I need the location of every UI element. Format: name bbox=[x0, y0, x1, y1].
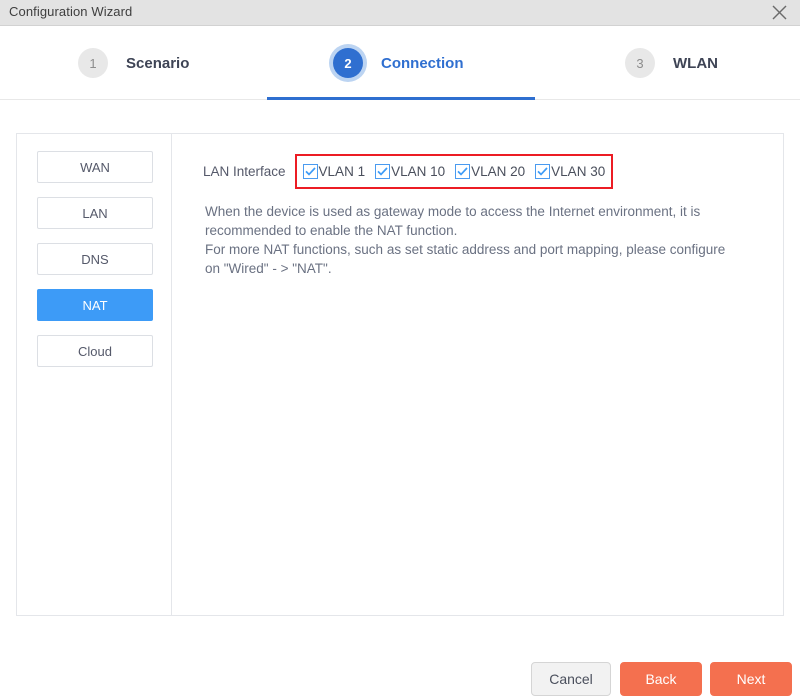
step-label: Connection bbox=[381, 54, 464, 72]
sidebar-item-dns[interactable]: DNS bbox=[37, 243, 153, 275]
vlan-selection-highlight: VLAN 1 VLAN 10 VLAN 20 VLAN 30 bbox=[294, 154, 614, 189]
sidebar-item-nat[interactable]: NAT bbox=[37, 289, 153, 321]
vlan-checkbox-vlan-10[interactable]: VLAN 10 bbox=[375, 164, 445, 179]
back-button[interactable]: Back bbox=[620, 662, 702, 696]
vlan-checkbox-vlan-1[interactable]: VLAN 1 bbox=[302, 164, 366, 179]
wizard-content-panel: WAN LAN DNS NAT Cloud LAN Interface VLAN… bbox=[16, 133, 784, 616]
step-scenario[interactable]: 1 Scenario bbox=[78, 48, 189, 78]
lan-interface-row: LAN Interface VLAN 1 VLAN 10 VLAN 20 VLA… bbox=[203, 154, 614, 189]
sidebar-item-label: DNS bbox=[81, 251, 109, 267]
vlan-label: VLAN 10 bbox=[391, 164, 446, 179]
description-line-1: When the device is used as gateway mode … bbox=[205, 204, 701, 219]
step-label: Scenario bbox=[126, 54, 190, 72]
vlan-checkbox-vlan-30[interactable]: VLAN 30 bbox=[535, 164, 605, 179]
vlan-label: VLAN 20 bbox=[471, 164, 526, 179]
sidebar-item-lan[interactable]: LAN bbox=[37, 197, 153, 229]
close-icon[interactable] bbox=[762, 0, 796, 25]
sidebar-item-label: NAT bbox=[82, 297, 108, 313]
description-line-2: recommended to enable the NAT function. bbox=[205, 223, 458, 238]
step-label: WLAN bbox=[673, 54, 718, 72]
vlan-label: VLAN 30 bbox=[551, 164, 606, 179]
step-number-badge: 3 bbox=[625, 48, 655, 78]
nat-settings-content: LAN Interface VLAN 1 VLAN 10 VLAN 20 VLA… bbox=[188, 134, 783, 615]
next-button[interactable]: Next bbox=[710, 662, 792, 696]
description-line-4: on "Wired" - > "NAT". bbox=[205, 261, 332, 276]
nat-description: When the device is used as gateway mode … bbox=[205, 202, 781, 278]
wizard-footer: Cancel Back Next bbox=[0, 662, 800, 700]
step-wlan[interactable]: 3 WLAN bbox=[625, 48, 718, 78]
step-connection[interactable]: 2 Connection bbox=[333, 48, 464, 78]
checkbox-checked-icon[interactable] bbox=[302, 164, 318, 179]
sidebar-item-label: LAN bbox=[82, 205, 108, 221]
sidebar-item-label: Cloud bbox=[78, 343, 112, 359]
checkbox-checked-icon[interactable] bbox=[455, 164, 471, 179]
active-step-underline bbox=[267, 97, 535, 100]
sidebar-item-wan[interactable]: WAN bbox=[37, 151, 153, 183]
sidebar-item-cloud[interactable]: Cloud bbox=[37, 335, 153, 367]
description-line-3: For more NAT functions, such as set stat… bbox=[205, 242, 726, 257]
vlan-label: VLAN 1 bbox=[318, 164, 366, 179]
sidebar-item-label: WAN bbox=[80, 159, 110, 175]
checkbox-checked-icon[interactable] bbox=[375, 164, 391, 179]
step-number-badge: 1 bbox=[78, 48, 108, 78]
vlan-checkbox-vlan-20[interactable]: VLAN 20 bbox=[455, 164, 525, 179]
cancel-button[interactable]: Cancel bbox=[531, 662, 611, 696]
settings-sidebar: WAN LAN DNS NAT Cloud bbox=[37, 151, 153, 381]
step-number-badge: 2 bbox=[333, 48, 363, 78]
lan-interface-label: LAN Interface bbox=[203, 164, 286, 179]
wizard-stepper: 1 Scenario 2 Connection 3 WLAN bbox=[0, 26, 800, 100]
panel-divider bbox=[171, 134, 172, 615]
window-titlebar: Configuration Wizard bbox=[0, 0, 800, 26]
window-title: Configuration Wizard bbox=[9, 4, 133, 19]
checkbox-checked-icon[interactable] bbox=[535, 164, 551, 179]
